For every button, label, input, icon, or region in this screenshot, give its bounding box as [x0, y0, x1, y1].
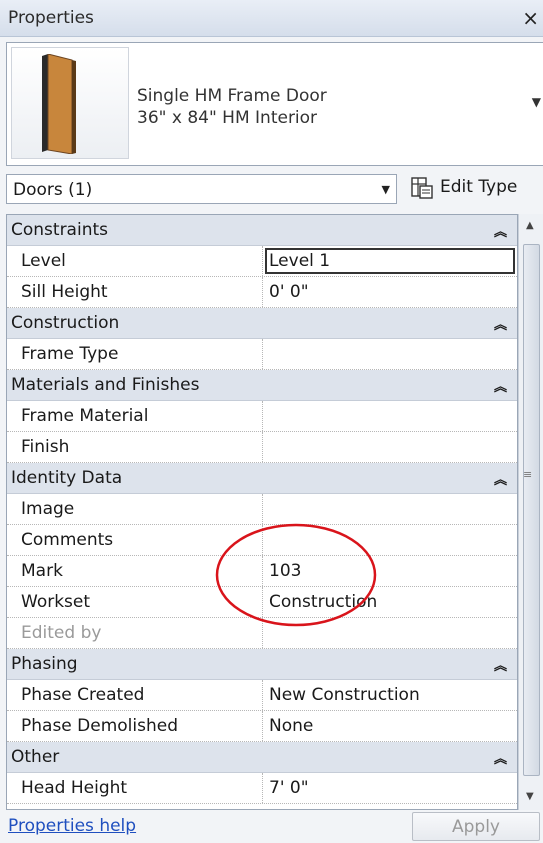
group-label: Phasing — [11, 654, 78, 674]
edit-type-label: Edit Type — [440, 177, 518, 197]
property-value[interactable]: None — [269, 716, 313, 736]
workset-value[interactable]: Construction — [269, 592, 377, 612]
group-label: Constraints — [11, 220, 108, 240]
group-label: Construction — [11, 313, 120, 333]
property-name: Image — [7, 494, 263, 524]
collapse-icon[interactable]: ︽ — [494, 314, 507, 333]
property-row-image[interactable]: Image — [7, 494, 517, 525]
property-name: Comments — [7, 525, 263, 555]
group-constraints[interactable]: Constraints ︽ — [7, 215, 517, 246]
group-other[interactable]: Other ︽ — [7, 742, 517, 773]
property-row-phase-demolished[interactable]: Phase Demolished None — [7, 711, 517, 742]
group-phasing[interactable]: Phasing ︽ — [7, 649, 517, 680]
apply-button[interactable]: Apply — [412, 812, 540, 841]
scroll-thumb[interactable] — [523, 244, 540, 776]
group-label: Other — [11, 747, 60, 767]
group-materials-and-finishes[interactable]: Materials and Finishes ︽ — [7, 370, 517, 401]
property-row-sill-height[interactable]: Sill Height 0' 0" — [7, 277, 517, 308]
collapse-icon[interactable]: ︽ — [494, 655, 507, 674]
property-row-finish[interactable]: Finish — [7, 432, 517, 463]
footer: Properties help Apply — [0, 810, 543, 843]
collapse-icon[interactable]: ︽ — [494, 221, 507, 240]
edit-type-icon — [411, 177, 433, 199]
property-name: Frame Material — [7, 401, 263, 431]
chevron-down-icon[interactable]: ▼ — [382, 183, 390, 196]
property-name: Level — [7, 246, 263, 276]
property-name: Phase Demolished — [7, 711, 263, 741]
level-value-field[interactable]: Level 1 — [265, 248, 515, 274]
vertical-scrollbar[interactable]: ▲ ≡ ▼ — [518, 214, 543, 810]
chevron-down-icon[interactable]: ▼ — [532, 95, 541, 109]
collapse-icon[interactable]: ︽ — [494, 469, 507, 488]
property-row-workset[interactable]: Workset Construction — [7, 587, 517, 618]
type-thumbnail — [11, 47, 129, 159]
title-bar: Properties × — [0, 0, 543, 37]
property-name: Head Height — [7, 773, 263, 803]
property-value[interactable]: 7' 0" — [269, 778, 309, 798]
scroll-up-icon[interactable]: ▲ — [526, 220, 534, 231]
group-construction[interactable]: Construction ︽ — [7, 308, 517, 339]
property-value[interactable]: 0' 0" — [269, 282, 309, 302]
type-name: Single HM Frame Door 36" x 84" HM Interi… — [137, 85, 327, 129]
property-row-level[interactable]: Level Level 1 — [7, 246, 517, 277]
property-row-head-height[interactable]: Head Height 7' 0" — [7, 773, 517, 804]
property-value[interactable]: New Construction — [269, 685, 420, 705]
instance-filter-dropdown[interactable]: Doors (1) ▼ — [6, 174, 397, 204]
mark-value[interactable]: 103 — [269, 561, 301, 581]
property-name: Mark — [7, 556, 263, 586]
property-row-frame-material[interactable]: Frame Material — [7, 401, 517, 432]
grip-icon: ≡ — [523, 468, 533, 481]
property-row-phase-created[interactable]: Phase Created New Construction — [7, 680, 517, 711]
properties-grid: Constraints ︽ Level Level 1 Sill Height … — [6, 214, 518, 810]
property-row-comments[interactable]: Comments — [7, 525, 517, 556]
collapse-icon[interactable]: ︽ — [494, 748, 507, 767]
instance-filter-value: Doors (1) — [13, 180, 93, 200]
type-name-label: 36" x 84" HM Interior — [137, 108, 318, 128]
property-name: Frame Type — [7, 339, 263, 369]
collapse-icon[interactable]: ︽ — [494, 376, 507, 395]
property-name: Finish — [7, 432, 263, 462]
window-title: Properties — [8, 8, 94, 28]
property-name: Phase Created — [7, 680, 263, 710]
group-identity-data[interactable]: Identity Data ︽ — [7, 463, 517, 494]
close-icon[interactable]: × — [522, 6, 539, 30]
property-name: Workset — [7, 587, 263, 617]
property-row-edited-by: Edited by — [7, 618, 517, 649]
type-selector[interactable]: Single HM Frame Door 36" x 84" HM Interi… — [6, 42, 543, 166]
family-name: Single HM Frame Door — [137, 86, 327, 106]
property-row-frame-type[interactable]: Frame Type — [7, 339, 517, 370]
property-name: Sill Height — [7, 277, 263, 307]
group-label: Identity Data — [11, 468, 123, 488]
property-row-mark[interactable]: Mark 103 — [7, 556, 517, 587]
properties-help-link[interactable]: Properties help — [8, 816, 136, 836]
scroll-down-icon[interactable]: ▼ — [526, 791, 534, 802]
property-name: Edited by — [7, 618, 263, 648]
group-label: Materials and Finishes — [11, 375, 200, 395]
door-icon — [42, 54, 76, 154]
